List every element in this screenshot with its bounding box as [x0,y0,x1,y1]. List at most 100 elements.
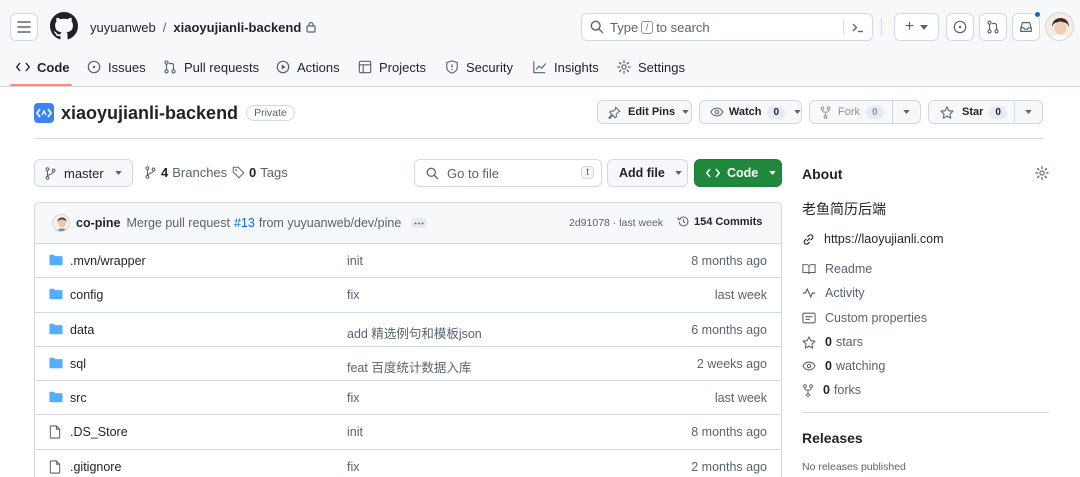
gear-icon [617,60,631,74]
readme-link[interactable]: Readme [802,262,872,276]
file-commit-message[interactable]: init [347,254,363,268]
file-commit-message[interactable]: feat 百度统计数据入库 [347,357,471,376]
file-row[interactable]: sql feat 百度统计数据入库 2 weeks ago [35,347,781,382]
tab-label: Pull requests [184,59,260,75]
file-commit-date: 2 weeks ago [696,356,767,371]
active-tab-indicator [10,84,72,86]
play-icon [276,60,290,74]
commit-author[interactable]: co-pine [76,216,120,230]
menu-button[interactable] [10,13,38,41]
go-to-file-input[interactable]: Go to file t [414,159,602,187]
commit-expand-button[interactable] [411,218,428,228]
your-pull-requests-button[interactable] [979,13,1007,41]
edit-pins-button[interactable]: Edit Pins [597,100,692,124]
repo-forked-icon [803,383,813,397]
file-row[interactable]: data add 精选例句和模板json 6 months ago [35,313,781,347]
file-row[interactable]: .gitignore fix 2 months ago [35,450,781,477]
folder-icon [49,254,63,266]
avatar-icon [53,215,69,231]
fork-button[interactable]: Fork 0 [810,101,892,123]
tab-actions[interactable]: Actions [276,56,340,78]
github-logo[interactable] [50,12,78,40]
commit-author-avatar[interactable] [52,214,70,232]
file-row[interactable]: config fix last week [35,278,781,313]
terminal-icon[interactable] [851,21,865,34]
folder-icon [49,391,63,403]
file-row[interactable]: .mvn/wrapper init 8 months ago [35,244,781,279]
watch-button[interactable]: Watch 0 [699,100,802,124]
file-commit-message[interactable]: init [347,425,363,439]
code-download-button[interactable]: Code [694,159,782,187]
website-link[interactable]: https://laoyujianli.com [802,232,944,246]
tab-pull-requests[interactable]: Pull requests [163,56,259,78]
file-commit-message[interactable]: fix [347,460,360,474]
activity-link[interactable]: Activity [802,286,865,300]
releases-title[interactable]: Releases [802,430,863,446]
tab-code[interactable]: Code [16,56,70,78]
tab-label: Actions [297,59,340,75]
custom-properties-link[interactable]: Custom properties [802,311,927,325]
commits-label: Commits [715,215,763,228]
branches-link[interactable]: 4 Branches [145,165,227,180]
branches-count: 4 [161,165,169,180]
repo-name[interactable]: xiaoyujianli-backend [61,103,238,124]
hamburger-icon [17,21,31,33]
global-search-input[interactable]: Type / to search [581,13,873,41]
about-divider [802,412,1049,413]
file-commit-message[interactable]: add 精选例句和模板json [347,323,482,342]
your-issues-button[interactable] [946,13,974,41]
tag-icon [232,166,245,179]
search-suffix: to search [656,19,710,35]
commit-pr-link[interactable]: #13 [234,216,255,230]
search-icon [426,167,439,179]
eye-icon [710,107,724,117]
star-dropdown[interactable] [1015,101,1042,123]
watching-count: 0 [825,359,832,373]
fork-dropdown[interactable] [893,101,920,123]
watching-link[interactable]: 0 watching [802,359,885,373]
commits-history-link[interactable]: 154 Commits [677,215,762,228]
avatar-icon [1046,13,1073,40]
tab-label: Code [37,59,70,75]
create-new-button[interactable]: + [894,13,939,41]
tab-projects[interactable]: Projects [358,56,426,78]
file-commit-message[interactable]: fix [347,391,360,405]
tab-insights[interactable]: Insights [532,56,599,78]
file-name[interactable]: sql [70,357,86,371]
file-name[interactable]: .gitignore [70,460,121,474]
gear-icon[interactable] [1035,166,1049,180]
file-name[interactable]: .mvn/wrapper [70,254,146,268]
forks-link[interactable]: 0 forks [802,383,861,397]
breadcrumb-repo[interactable]: xiaoyujianli-backend [173,20,301,35]
commit-hash-time[interactable]: 2d91078 · last week [569,217,663,229]
branch-selector[interactable]: master [34,159,133,187]
commit-message-suffix[interactable]: from yuyuanweb/dev/pine [259,216,401,230]
file-name[interactable]: src [70,391,87,405]
git-branch-icon [145,166,156,179]
table-icon [358,60,372,74]
tab-issues[interactable]: Issues [87,56,146,78]
watch-count: 0 [767,105,786,119]
add-file-button[interactable]: Add file [607,159,688,187]
pulse-icon [802,287,816,299]
commit-message-prefix[interactable]: Merge pull request [126,216,230,230]
stars-link[interactable]: 0 stars [802,335,863,349]
user-avatar[interactable] [1045,12,1074,41]
file-commit-message[interactable]: fix [347,288,360,302]
tab-settings[interactable]: Settings [617,56,685,78]
star-icon [940,105,954,119]
file-name[interactable]: config [70,288,103,302]
commit-summary: co-pine Merge pull request #13 from yuyu… [76,216,428,230]
tab-security[interactable]: Security [445,56,513,78]
tags-link[interactable]: 0 Tags [232,165,288,180]
file-row[interactable]: .DS_Store init 8 months ago [35,415,781,450]
file-row[interactable]: src fix last week [35,381,781,416]
file-name[interactable]: data [70,323,94,337]
search-shortcut-key: / [641,20,654,34]
file-name[interactable]: .DS_Store [70,425,128,439]
caret-down-icon [675,171,682,175]
latest-commit-bar: co-pine Merge pull request #13 from yuyu… [35,203,781,244]
breadcrumb-owner[interactable]: yuyuanweb [90,20,156,35]
star-button[interactable]: Star 0 [929,101,1014,123]
pull-request-icon [987,20,999,34]
